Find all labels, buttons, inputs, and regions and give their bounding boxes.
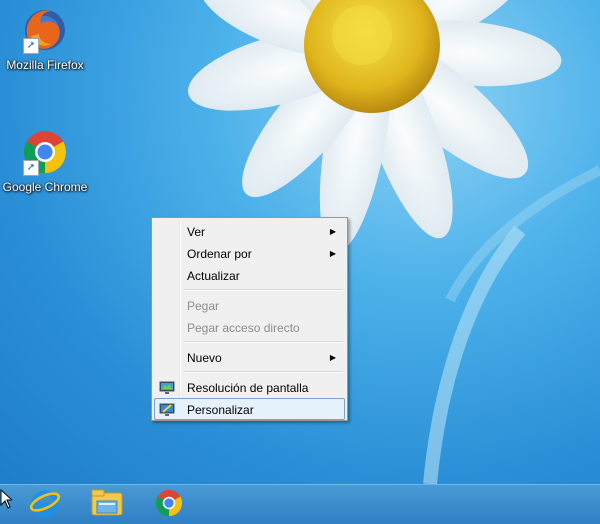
desktop-icon-firefox[interactable]: ➚ Mozilla Firefox	[0, 6, 90, 72]
menu-separator	[184, 371, 343, 373]
shortcut-arrow-icon: ➚	[23, 160, 39, 176]
menu-item-label: Ver	[187, 225, 206, 239]
menu-item-label: Nuevo	[187, 351, 222, 365]
desktop-context-menu: Ver ▶ Ordenar por ▶ Actualizar Pegar Peg…	[151, 217, 348, 421]
menu-item-pegar: Pegar	[154, 294, 345, 316]
menu-item-label: Ordenar por	[187, 247, 252, 261]
taskbar-file-explorer[interactable]	[84, 487, 130, 523]
menu-item-actualizar[interactable]: Actualizar	[154, 264, 345, 286]
menu-item-label: Pegar acceso directo	[187, 321, 300, 335]
desktop-icon-chrome[interactable]: ➚ Google Chrome	[0, 128, 90, 194]
submenu-arrow-icon: ▶	[329, 353, 336, 362]
taskbar	[0, 484, 600, 524]
menu-item-label: Pegar	[187, 299, 220, 313]
taskbar-chrome[interactable]	[146, 487, 192, 523]
menu-item-label: Personalizar	[187, 403, 254, 417]
file-explorer-icon	[90, 488, 124, 523]
submenu-arrow-icon: ▶	[329, 227, 336, 236]
display-resolution-icon	[159, 380, 175, 394]
desktop[interactable]: ➚ Mozilla Firefox ➚ Google Chrome Ver ▶ …	[0, 0, 600, 484]
menu-item-ordenar-por[interactable]: Ordenar por ▶	[154, 242, 345, 264]
menu-separator	[184, 289, 343, 291]
menu-item-ver[interactable]: Ver ▶	[154, 220, 345, 242]
menu-item-resolucion-de-pantalla[interactable]: Resolución de pantalla	[154, 376, 345, 398]
internet-explorer-icon	[29, 487, 61, 524]
chrome-icon	[154, 488, 184, 523]
desktop-icon-label: Google Chrome	[2, 180, 88, 194]
personalize-icon	[159, 402, 175, 416]
chrome-icon: ➚	[21, 128, 69, 176]
desktop-icon-label: Mozilla Firefox	[6, 58, 84, 72]
firefox-icon: ➚	[21, 6, 69, 54]
shortcut-arrow-icon: ➚	[23, 38, 39, 54]
menu-item-nuevo[interactable]: Nuevo ▶	[154, 346, 345, 368]
menu-item-label: Resolución de pantalla	[187, 381, 309, 395]
taskbar-internet-explorer[interactable]	[22, 487, 68, 523]
menu-item-pegar-acceso-directo: Pegar acceso directo	[154, 316, 345, 338]
submenu-arrow-icon: ▶	[329, 249, 336, 258]
menu-item-label: Actualizar	[187, 269, 240, 283]
mouse-cursor-icon	[0, 488, 14, 514]
menu-separator	[184, 341, 343, 343]
menu-item-personalizar[interactable]: Personalizar	[154, 398, 345, 420]
